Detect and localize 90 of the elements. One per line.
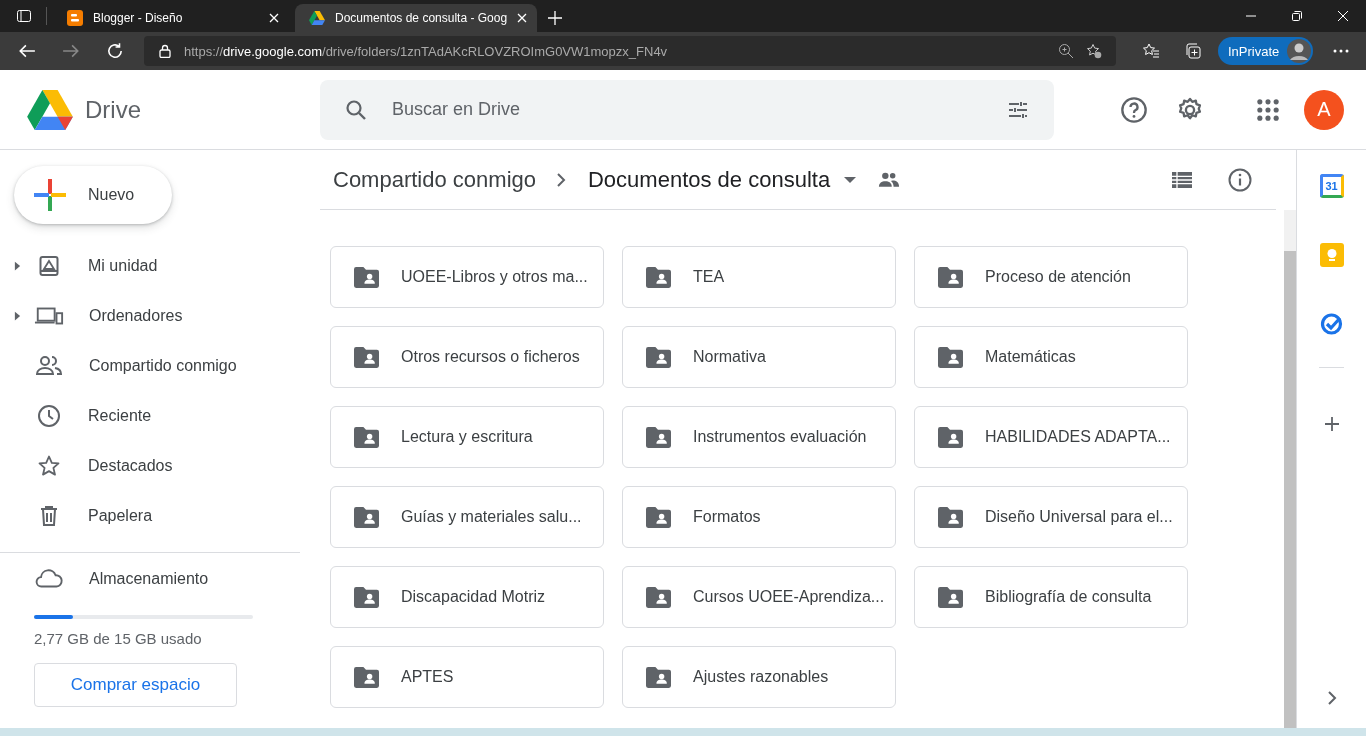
folder-card[interactable]: Matemáticas <box>914 326 1188 388</box>
breadcrumb-item[interactable]: Compartido conmigo <box>333 166 536 193</box>
sidebar-item[interactable]: Ordenadores <box>0 291 284 341</box>
breadcrumb-item[interactable]: Documentos de consulta <box>588 166 831 193</box>
shared-folder-icon <box>354 666 379 688</box>
calendar-icon[interactable]: 31 <box>1319 174 1344 198</box>
zoom-icon[interactable] <box>1058 43 1074 59</box>
folder-card[interactable]: Discapacidad Motriz <box>330 566 604 628</box>
shared-folder-icon <box>646 346 671 368</box>
more-icon[interactable] <box>1333 49 1350 53</box>
star-icon <box>37 454 61 478</box>
shared-folder-icon <box>354 266 379 288</box>
shared-folder-icon <box>938 426 963 448</box>
shared-folder-icon <box>646 666 671 688</box>
sidebar-item[interactable]: Papelera <box>0 491 284 541</box>
folder-card[interactable]: HABILIDADES ADAPTA... <box>914 406 1188 468</box>
shared-folder-icon <box>938 266 963 288</box>
folder-card[interactable]: Bibliografía de consulta <box>914 566 1188 628</box>
folder-card[interactable]: Lectura y escritura <box>330 406 604 468</box>
avatar-icon <box>1287 39 1312 63</box>
shared-folder-icon <box>938 346 963 368</box>
chevron-icon <box>556 171 566 188</box>
shared-folder-icon <box>354 586 379 608</box>
shared-folder-icon <box>938 586 963 608</box>
shared-folder-icon <box>354 346 379 368</box>
checkmark-icon[interactable] <box>1319 311 1344 335</box>
storage-label: Almacenamiento <box>89 570 209 588</box>
folder-card[interactable]: Otros recursos o ficheros <box>330 326 604 388</box>
forward-icon[interactable] <box>62 42 80 60</box>
buy-storage-button[interactable]: Comprar espacio <box>34 663 237 707</box>
folder-card[interactable]: Instrumentos evaluación <box>622 406 896 468</box>
restore-icon[interactable] <box>1291 10 1303 22</box>
close-icon[interactable] <box>1337 10 1349 22</box>
new-tab-icon[interactable] <box>547 10 564 26</box>
add-icon[interactable] <box>1323 416 1340 432</box>
folder-card[interactable]: Proceso de atención <box>914 246 1188 308</box>
shared-folder-icon <box>646 266 671 288</box>
search-icon[interactable] <box>344 97 368 122</box>
clock-icon <box>37 404 61 428</box>
new-button[interactable]: Nuevo <box>14 166 172 224</box>
shared-folder-icon <box>646 586 671 608</box>
browser-tab[interactable]: Blogger - Diseño <box>53 4 289 32</box>
search-bar[interactable]: Buscar en Drive <box>320 79 1054 140</box>
help-icon[interactable] <box>1120 95 1148 124</box>
folder-card[interactable]: Diseño Universal para el... <box>914 486 1188 548</box>
people-icon <box>34 354 64 378</box>
address-bar[interactable]: https://drive.google.com/drive/folders/1znTAdAKcRLOVZROImG0VW1mopzx_FN4v <box>144 36 1116 66</box>
people-icon <box>878 172 901 187</box>
expand-icon[interactable] <box>14 311 21 321</box>
shared-folder-icon <box>646 506 671 528</box>
info-icon[interactable] <box>1228 167 1252 192</box>
shared-folder-icon <box>646 426 671 448</box>
shared-folder-icon <box>354 506 379 528</box>
favorites-icon[interactable] <box>1142 42 1160 60</box>
dropdown-icon[interactable] <box>844 176 857 183</box>
collections-icon[interactable] <box>1184 42 1202 60</box>
app-name: Drive <box>85 95 141 124</box>
sidebar-item[interactable]: Reciente <box>0 391 284 441</box>
back-icon[interactable] <box>18 42 36 60</box>
drive-icon <box>37 254 61 278</box>
expand-icon[interactable] <box>14 261 21 271</box>
folder-card[interactable]: UOEE-Libros y otros ma... <box>330 246 604 308</box>
inprivate-button[interactable]: InPrivate <box>1218 37 1314 65</box>
plus-icon <box>32 177 68 213</box>
close-icon[interactable] <box>517 13 528 23</box>
sidebar-item[interactable]: Compartido conmigo <box>0 341 284 391</box>
sidebar-item[interactable]: Destacados <box>0 441 284 491</box>
folder-card[interactable]: Ajustes razonables <box>622 646 896 708</box>
close-icon[interactable] <box>269 13 279 23</box>
folder-card[interactable]: TEA <box>622 246 896 308</box>
blogger-icon <box>67 10 83 26</box>
folder-card[interactable]: Guías y materiales salu... <box>330 486 604 548</box>
shared-folder-icon <box>354 426 379 448</box>
folder-card[interactable]: Cursos UOEE-Aprendiza... <box>622 566 896 628</box>
folder-card[interactable]: Normativa <box>622 326 896 388</box>
search-field[interactable]: Buscar en Drive <box>390 98 984 121</box>
drive-icon <box>309 10 325 26</box>
shared-folder-icon <box>938 506 963 528</box>
add-favorite-icon[interactable] <box>1086 43 1102 59</box>
lock-icon <box>158 44 172 58</box>
folder-card[interactable]: Formatos <box>622 486 896 548</box>
folder-card[interactable]: APTES <box>330 646 604 708</box>
scrollbar-thumb[interactable] <box>1284 251 1296 728</box>
storage-usage: 2,77 GB de 15 GB usado <box>34 630 203 647</box>
browser-tab[interactable]: Documentos de consulta - Goog <box>295 4 538 32</box>
sidebar-item[interactable]: Mi unidad <box>0 241 284 291</box>
url-text: https://drive.google.com/drive/folders/1znTAdAKcRLOVZROImG0VW1mopzx_FN4v <box>184 43 668 59</box>
drive-logo-icon <box>27 89 73 130</box>
tab-actions-icon[interactable] <box>16 8 32 24</box>
reload-icon[interactable] <box>106 42 124 60</box>
